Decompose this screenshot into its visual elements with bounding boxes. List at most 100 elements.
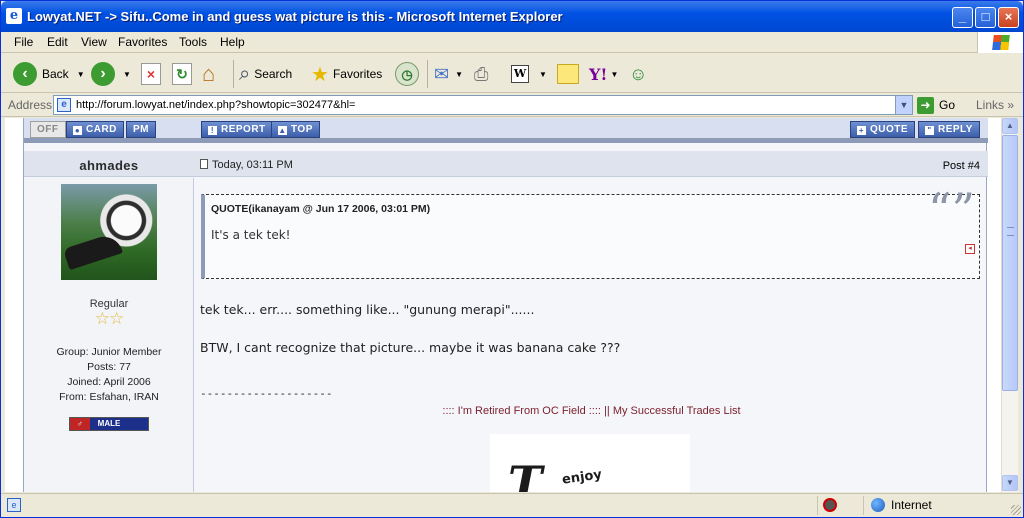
edit-button[interactable]: W ▼ (511, 61, 547, 87)
ie-icon: e (6, 8, 22, 24)
forum-post: OFF ● CARD PM ! REPORT ▲ TOP + QUOTE " REPLY … (23, 118, 988, 492)
yahoo-icon: Y! (589, 64, 608, 84)
signature-separator: -------------------- (200, 387, 333, 400)
close-button[interactable]: × (998, 7, 1019, 28)
history-button[interactable]: ◷ (395, 61, 419, 87)
chevron-down-icon[interactable]: ▼ (455, 70, 463, 79)
menu-favorites[interactable]: Favorites (118, 35, 167, 49)
scroll-up-button[interactable]: ▲ (1002, 118, 1018, 134)
title-bar[interactable]: e Lowyat.NET -> Sifu..Come in and guess … (1, 1, 1023, 32)
refresh-button[interactable]: ↻ (172, 61, 192, 87)
search-icon: ⌕ (239, 62, 251, 85)
avatar (61, 184, 157, 280)
quote-button[interactable]: + QUOTE (850, 121, 916, 138)
popup-blocked-icon[interactable] (823, 498, 837, 512)
rank-stars-icon: ☆☆ (94, 309, 124, 328)
go-arrow-icon: ➜ (917, 96, 934, 114)
user-icon: ● (73, 126, 82, 135)
page-viewport[interactable]: OFF ● CARD PM ! REPORT ▲ TOP + QUOTE " REPLY … (5, 118, 1001, 492)
chevron-down-icon[interactable]: ▼ (610, 70, 618, 79)
toolbar: ‹ Back ▼ › ▼ × ↻ ⌂ ⌕ Search ★ Favorites … (1, 54, 1023, 93)
chevron-down-icon[interactable]: ▼ (895, 96, 912, 114)
card-button[interactable]: ● CARD (66, 121, 124, 138)
report-button[interactable]: ! REPORT (201, 121, 273, 138)
quote-marks-icon: “” (927, 183, 975, 237)
view-post-icon[interactable]: ◂ (965, 244, 975, 254)
chevron-down-icon[interactable]: ▼ (123, 70, 131, 79)
member-posts: Posts: 77 (87, 361, 131, 373)
user-info-column: Regular ☆☆ Group: Junior Member Posts: 7… (24, 178, 194, 492)
top-button[interactable]: ▲ TOP (271, 121, 320, 138)
chevron-down-icon[interactable]: ▼ (539, 70, 547, 79)
member-group: Group: Junior Member (56, 346, 162, 358)
reply-button[interactable]: " REPLY (918, 121, 980, 138)
printer-icon: ⎙ (474, 63, 489, 84)
back-arrow-icon: ‹ (13, 62, 37, 86)
menu-edit[interactable]: Edit (47, 35, 68, 49)
stop-button[interactable]: × (141, 61, 161, 87)
browser-window: e Lowyat.NET -> Sifu..Come in and guess … (0, 0, 1024, 518)
trades-list-link[interactable]: My Successful Trades List (613, 405, 741, 417)
signature-text: :::: I'm Retired From OC Field :::: (442, 405, 601, 417)
post-text-line: BTW, I cant recognize that picture... ma… (200, 340, 621, 355)
forward-button[interactable]: › ▼ (91, 61, 131, 87)
status-pane (863, 496, 864, 515)
quote-header: QUOTE(ikanayam @ Jun 17 2006, 03:01 PM) (211, 203, 431, 215)
vertical-scrollbar[interactable]: ▲ ▼ (1001, 118, 1018, 492)
messenger-icon: ☺ (629, 63, 648, 84)
menu-tools[interactable]: Tools (179, 35, 207, 49)
alert-icon: ! (208, 126, 217, 135)
word-icon: W (511, 65, 529, 83)
address-input[interactable]: e http://forum.lowyat.net/index.php?show… (53, 95, 913, 115)
post-text-line: tek tek... err.... something like... "gu… (200, 302, 535, 317)
resize-grip[interactable] (1011, 505, 1021, 515)
quote-block: QUOTE(ikanayam @ Jun 17 2006, 03:01 PM) … (201, 187, 980, 279)
quote-icon: " (925, 126, 934, 135)
post-username[interactable]: ahmades (24, 158, 194, 173)
messenger-button[interactable]: ☺ (629, 61, 647, 87)
gender-badge: ♂ MALE (69, 417, 149, 431)
home-icon: ⌂ (202, 61, 216, 86)
minimize-button[interactable]: _ (952, 7, 973, 28)
arrow-up-icon: ▲ (278, 126, 287, 135)
go-button[interactable]: ➜ Go (917, 96, 955, 114)
menu-help[interactable]: Help (220, 35, 245, 49)
security-zone: Internet (871, 498, 932, 512)
window-title: Lowyat.NET -> Sifu..Come in and guess wa… (27, 9, 563, 24)
online-status-button[interactable]: OFF (30, 121, 66, 138)
favorites-button[interactable]: ★ Favorites (311, 61, 382, 87)
menu-file[interactable]: File (14, 35, 33, 49)
post-icon (200, 159, 208, 169)
chevron-down-icon[interactable]: ▼ (77, 70, 85, 79)
mail-icon: ✉ (434, 63, 450, 84)
signature-divider: || (604, 405, 610, 417)
windows-logo-icon (977, 32, 1023, 53)
post-button-row: OFF ● CARD PM ! REPORT ▲ TOP + QUOTE " REPLY (24, 118, 988, 143)
history-icon: ◷ (395, 62, 419, 86)
menu-bar: File Edit View Favorites Tools Help (1, 32, 1023, 53)
male-icon: ♂ (70, 418, 90, 430)
signature: :::: I'm Retired From OC Field :::: || M… (195, 405, 988, 417)
signature-image: T enjoy (490, 434, 690, 492)
quote-body: It's a tek tek! (211, 228, 291, 242)
signature-image-lettering: T (508, 456, 543, 492)
menu-view[interactable]: View (81, 35, 107, 49)
back-button[interactable]: ‹ Back ▼ (13, 61, 85, 87)
search-button[interactable]: ⌕ Search (239, 61, 292, 87)
forward-arrow-icon: › (91, 62, 115, 86)
discuss-button[interactable] (557, 61, 579, 87)
print-button[interactable]: ⎙ (474, 61, 488, 87)
maximize-button[interactable]: □ (975, 7, 996, 28)
home-button[interactable]: ⌂ (202, 61, 215, 87)
yahoo-button[interactable]: Y! ▼ (589, 61, 618, 87)
scroll-down-button[interactable]: ▼ (1002, 475, 1018, 491)
status-bar: e Internet (1, 493, 1023, 517)
links-button[interactable]: Links » (976, 98, 1014, 112)
pm-button[interactable]: PM (126, 121, 156, 138)
post-date: Today, 03:11 PM (200, 159, 293, 171)
note-icon (557, 64, 579, 84)
scroll-thumb[interactable] (1002, 135, 1018, 391)
mail-button[interactable]: ✉ ▼ (434, 61, 463, 87)
post-number-link[interactable]: Post #4 (943, 160, 980, 172)
stop-icon: × (141, 63, 161, 85)
